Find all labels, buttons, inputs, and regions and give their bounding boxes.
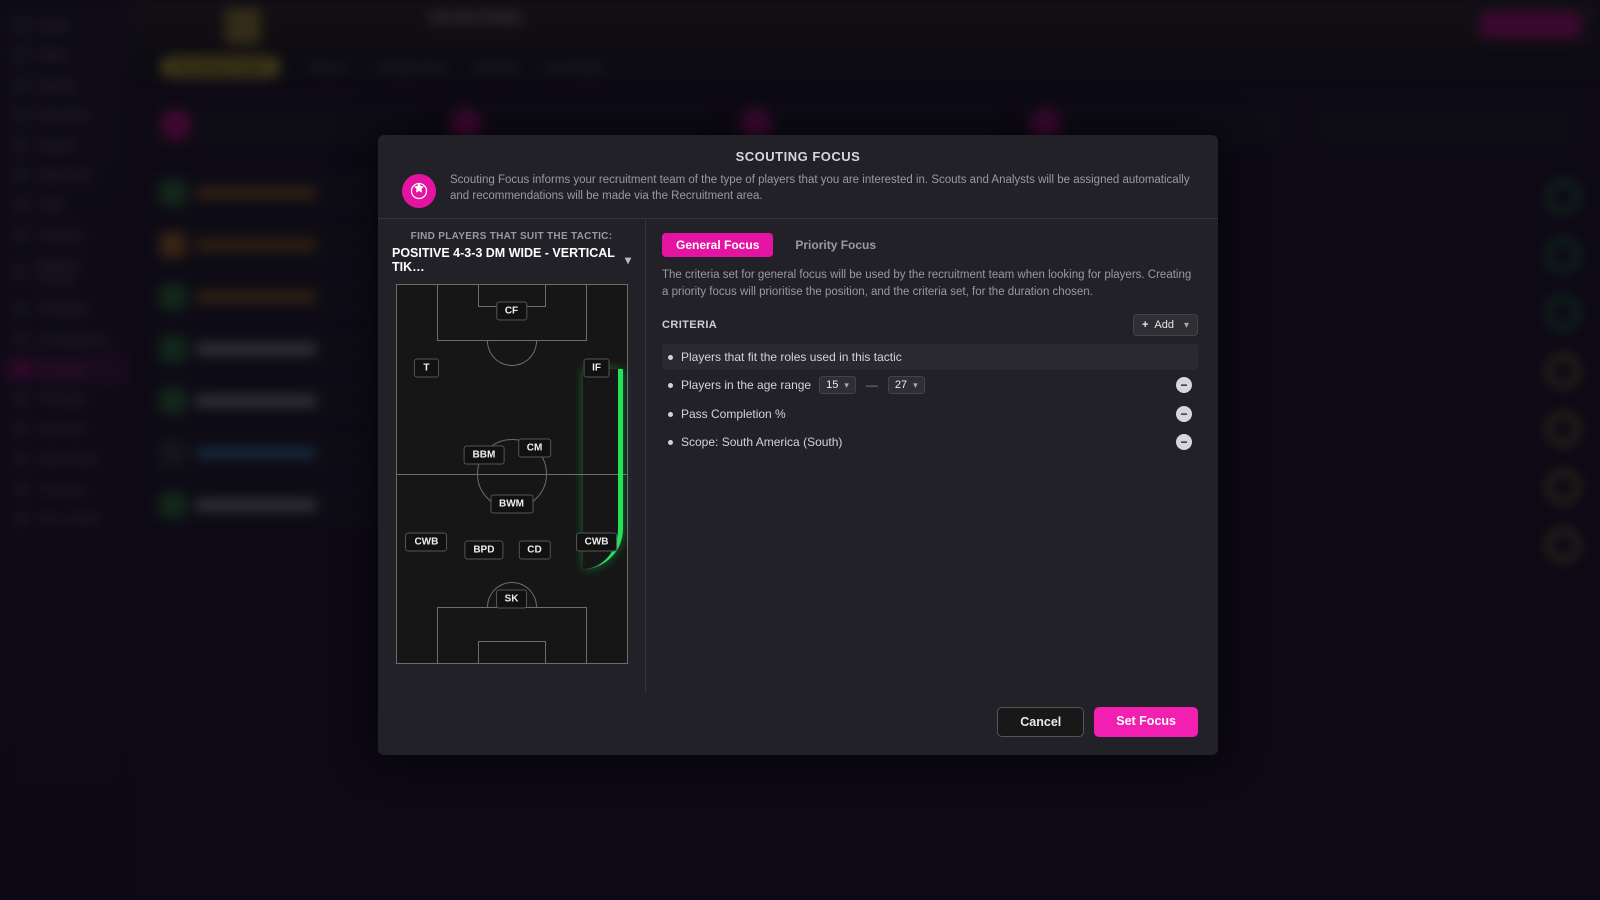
chevron-down-icon: ▾: [844, 380, 849, 391]
tab-priority-focus[interactable]: Priority Focus: [781, 233, 890, 257]
bullet-icon: [668, 383, 673, 388]
criteria-row-scope[interactable]: Scope: South America (South) −: [662, 428, 1198, 456]
role-if[interactable]: IF: [583, 359, 610, 378]
modal-title: SCOUTING FOCUS: [378, 135, 1218, 172]
criteria-text: Players that fit the roles used in this …: [681, 350, 902, 364]
range-dash: —: [866, 378, 878, 392]
criteria-text: Scope: South America (South): [681, 435, 842, 449]
criteria-text: Players in the age range: [681, 378, 811, 392]
role-cwb-left[interactable]: CWB: [405, 533, 447, 552]
criteria-text: Pass Completion %: [681, 407, 786, 421]
criteria-row-age[interactable]: Players in the age range 15 ▾ — 27 ▾ −: [662, 370, 1198, 400]
add-criteria-button[interactable]: + Add ▾: [1133, 314, 1198, 336]
chevron-down-icon: ▾: [625, 253, 631, 267]
age-min-value: 15: [826, 379, 838, 391]
bullet-icon: [668, 355, 673, 360]
age-max-select[interactable]: 27 ▾: [888, 376, 925, 394]
role-bbm[interactable]: BBM: [464, 446, 505, 465]
role-sk[interactable]: SK: [496, 589, 528, 608]
bullet-icon: [668, 412, 673, 417]
criteria-row-pass[interactable]: Pass Completion % −: [662, 400, 1198, 428]
remove-criteria-button[interactable]: −: [1176, 434, 1192, 450]
focus-tabs: General Focus Priority Focus: [662, 233, 1198, 257]
cancel-button[interactable]: Cancel: [997, 707, 1084, 737]
add-label: Add: [1154, 319, 1174, 331]
bullet-icon: [668, 440, 673, 445]
role-bpd[interactable]: BPD: [464, 540, 503, 559]
tactic-caption: FIND PLAYERS THAT SUIT THE TACTIC:: [392, 231, 631, 242]
focus-column: General Focus Priority Focus The criteri…: [646, 219, 1218, 693]
remove-criteria-button[interactable]: −: [1176, 406, 1192, 422]
role-cwb-right[interactable]: CWB: [576, 533, 618, 552]
chevron-down-icon: ▾: [1184, 320, 1189, 331]
tactic-name: POSITIVE 4-3-3 DM WIDE - VERTICAL TIK…: [392, 246, 619, 274]
modal-intro: Scouting Focus informs your recruitment …: [378, 172, 1218, 218]
tactic-column: FIND PLAYERS THAT SUIT THE TACTIC: POSIT…: [378, 219, 646, 693]
role-cf[interactable]: CF: [496, 302, 527, 321]
plus-icon: +: [1142, 319, 1148, 331]
role-cd[interactable]: CD: [518, 540, 550, 559]
tactic-pitch: CF T IF BBM CM BWM CWB BPD CD CWB SK: [396, 284, 628, 664]
scouting-focus-modal: SCOUTING FOCUS Scouting Focus informs yo…: [378, 135, 1218, 755]
modal-intro-text: Scouting Focus informs your recruitment …: [450, 172, 1194, 204]
role-t[interactable]: T: [414, 359, 438, 378]
focus-icon: [402, 174, 436, 208]
focus-description: The criteria set for general focus will …: [662, 267, 1198, 300]
criteria-row-roles[interactable]: Players that fit the roles used in this …: [662, 344, 1198, 370]
criteria-label: CRITERIA: [662, 319, 717, 331]
role-bwm[interactable]: BWM: [490, 495, 533, 514]
modal-footer: Cancel Set Focus: [378, 693, 1218, 755]
age-max-value: 27: [895, 379, 907, 391]
tab-general-focus[interactable]: General Focus: [662, 233, 773, 257]
role-cm[interactable]: CM: [518, 438, 552, 457]
set-focus-button[interactable]: Set Focus: [1094, 707, 1198, 737]
age-min-select[interactable]: 15 ▾: [819, 376, 856, 394]
chevron-down-icon: ▾: [913, 380, 918, 391]
criteria-list: Players that fit the roles used in this …: [662, 344, 1198, 456]
tactic-dropdown[interactable]: POSITIVE 4-3-3 DM WIDE - VERTICAL TIK… ▾: [392, 246, 631, 274]
remove-criteria-button[interactable]: −: [1176, 377, 1192, 393]
